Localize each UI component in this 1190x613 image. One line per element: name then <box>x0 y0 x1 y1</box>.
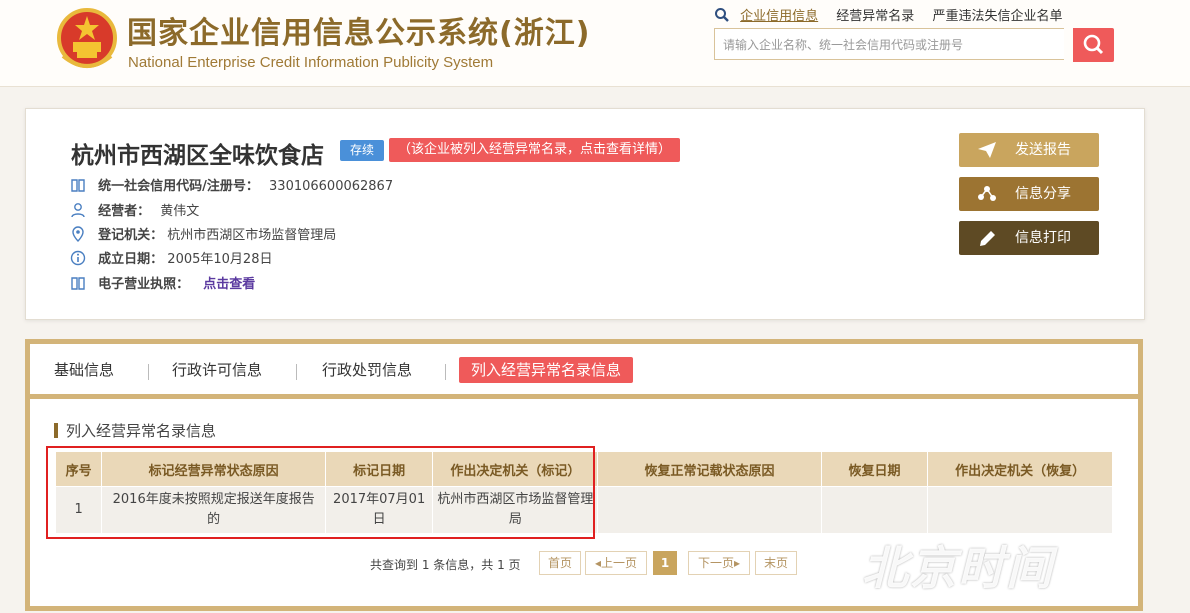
tab-divider <box>148 364 149 380</box>
next-page-label: 下一页 <box>697 556 734 570</box>
send-report-button[interactable]: 发送报告 <box>959 133 1099 167</box>
link-abnormal-list[interactable]: 经营异常名录 <box>836 5 914 24</box>
send-icon <box>978 142 996 158</box>
section-title-text: 列入经营异常名录信息 <box>66 422 217 440</box>
pencil-icon <box>980 231 995 246</box>
abnormal-alert-link[interactable]: （该企业被列入经营异常名录，点击查看详情） <box>389 138 681 162</box>
section-marker <box>54 423 58 438</box>
prev-page-label: 上一页 <box>601 556 638 570</box>
first-page-button[interactable]: 首页 <box>539 551 581 575</box>
search-icon <box>715 8 729 22</box>
col-header-date: 标记日期 <box>325 451 434 487</box>
share-icon <box>978 186 996 201</box>
site-title-cn: 国家企业信用信息公示系统(浙江) <box>127 16 591 51</box>
top-links: 企业信用信息 经营异常名录 严重违法失信企业名单 <box>714 5 1076 25</box>
cell-restore-reason <box>597 486 822 534</box>
site-header: 国家企业信用信息公示系统(浙江) National Enterprise Cre… <box>0 0 1190 87</box>
col-header-no: 序号 <box>54 451 103 487</box>
pager-info: 共查询到 1 条信息，共 1 页 <box>370 558 521 572</box>
search-bar: 请输入企业名称、统一社会信用代码或注册号 <box>714 28 1114 62</box>
credit-code-row: 统一社会信用代码/注册号： 330106600062867 <box>70 175 393 195</box>
cell-date: 2017年07月01日 <box>325 486 434 534</box>
tab-penalty-info[interactable]: 行政处罚信息 <box>322 357 412 383</box>
print-label: 信息打印 <box>1015 230 1071 246</box>
send-report-label: 发送报告 <box>1015 142 1071 158</box>
search-input[interactable]: 请输入企业名称、统一社会信用代码或注册号 <box>714 28 1064 60</box>
company-card: 杭州市西湖区全味饮食店 存续 （该企业被列入经营异常名录，点击查看详情） 统一社… <box>25 108 1145 320</box>
license-label: 电子营业执照： <box>98 277 190 292</box>
date-label: 成立日期： <box>98 252 164 267</box>
col-header-restore-reason: 恢复正常记载状态原因 <box>597 451 822 487</box>
date-value: 2005年10月28日 <box>167 252 273 267</box>
section-title: 列入经营异常名录信息 <box>54 420 216 441</box>
share-button[interactable]: 信息分享 <box>959 177 1099 211</box>
national-emblem-icon <box>57 8 117 68</box>
credit-code-value: 330106600062867 <box>269 179 394 194</box>
cell-reason: 2016年度未按照规定报送年度报告的 <box>101 486 327 534</box>
link-blacklist[interactable]: 严重违法失信企业名单 <box>932 5 1062 24</box>
tab-basic-info[interactable]: 基础信息 <box>54 357 114 383</box>
license-row: 电子营业执照： 点击查看 <box>70 273 255 293</box>
operator-row: 经营者： 黄伟文 <box>70 200 199 220</box>
company-name: 杭州市西湖区全味饮食店 <box>71 143 324 169</box>
cell-no: 1 <box>54 486 103 534</box>
cell-authority: 杭州市西湖区市场监督管理局 <box>432 486 599 534</box>
abnormal-table: 序号 标记经营异常状态原因 标记日期 作出决定机关（标记） 恢复正常记载状态原因… <box>54 451 1113 534</box>
table-header-row: 序号 标记经营异常状态原因 标记日期 作出决定机关（标记） 恢复正常记载状态原因… <box>54 451 1113 487</box>
link-credit-info[interactable]: 企业信用信息 <box>740 5 818 24</box>
location-icon <box>72 226 84 242</box>
table-row: 1 2016年度未按照规定报送年度报告的 2017年07月01日 杭州市西湖区市… <box>54 486 1113 534</box>
tab-divider <box>445 364 446 380</box>
tab-license-info[interactable]: 行政许可信息 <box>172 357 262 383</box>
book-icon <box>71 277 85 290</box>
watermark-logo: 北京时间 <box>862 541 1054 595</box>
site-title-en: National Enterprise Credit Information P… <box>128 54 494 71</box>
info-icon <box>70 250 86 266</box>
page-number-current[interactable]: 1 <box>653 551 677 575</box>
date-row: 成立日期： 2005年10月28日 <box>70 248 272 268</box>
col-header-authority: 作出决定机关（标记） <box>432 451 599 487</box>
operator-value: 黄伟文 <box>160 204 200 219</box>
share-label: 信息分享 <box>1015 186 1071 202</box>
search-icon <box>1083 34 1104 55</box>
operator-label: 经营者： <box>98 204 151 219</box>
cell-restore-authority <box>927 486 1113 534</box>
col-header-reason: 标记经营异常状态原因 <box>101 451 327 487</box>
search-button[interactable] <box>1073 28 1114 62</box>
col-header-restore-date: 恢复日期 <box>820 451 929 487</box>
prev-page-button[interactable]: ◂上一页 <box>585 551 647 575</box>
authority-value: 杭州市西湖区市场监督管理局 <box>167 228 337 243</box>
print-button[interactable]: 信息打印 <box>959 221 1099 255</box>
license-view-link[interactable]: 点击查看 <box>203 277 255 292</box>
col-header-restore-authority: 作出决定机关（恢复） <box>927 451 1113 487</box>
status-badge: 存续 <box>340 140 384 161</box>
tab-abnormal-list[interactable]: 列入经营异常名录信息 <box>459 357 634 383</box>
authority-row: 登记机关： 杭州市西湖区市场监督管理局 <box>70 224 336 244</box>
user-icon <box>71 203 85 218</box>
authority-label: 登记机关： <box>98 228 164 243</box>
tab-bar: 基础信息 行政许可信息 行政处罚信息 列入经营异常名录信息 <box>30 344 1138 399</box>
cell-restore-date <box>820 486 929 534</box>
next-page-button[interactable]: 下一页▸ <box>688 551 750 575</box>
last-page-button[interactable]: 末页 <box>755 551 797 575</box>
tab-divider <box>296 364 297 380</box>
book-icon <box>71 179 85 192</box>
credit-code-label: 统一社会信用代码/注册号： <box>98 179 259 194</box>
